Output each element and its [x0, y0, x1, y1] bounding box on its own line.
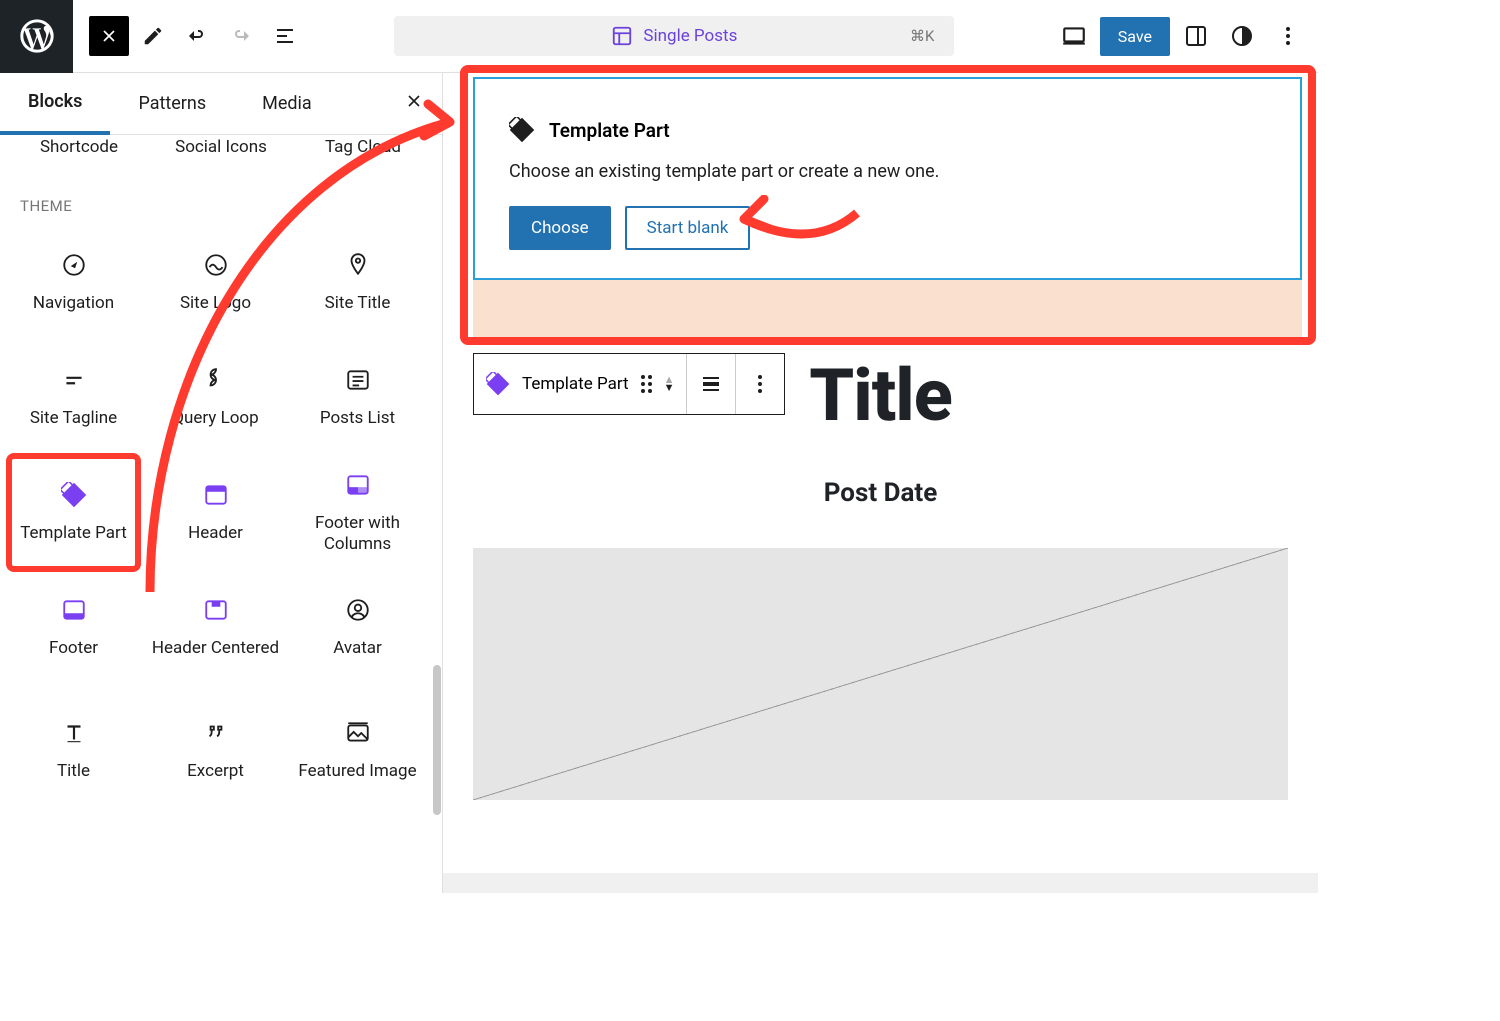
pencil-icon	[142, 25, 164, 47]
undo-icon	[185, 24, 209, 48]
block-item-label: Featured Image	[298, 761, 416, 781]
top-bar: Single Posts ⌘K Save	[0, 0, 1318, 73]
block-item-site-tagline[interactable]: Site Tagline	[8, 340, 139, 455]
placeholder-description: Choose an existing template part or crea…	[509, 161, 1266, 182]
layout-icon	[611, 25, 633, 47]
save-button[interactable]: Save	[1100, 17, 1170, 56]
edit-tool-button[interactable]	[133, 16, 173, 56]
wp-logo[interactable]	[0, 0, 73, 73]
block-item-label: Avatar	[333, 638, 382, 658]
document-title: Single Posts	[643, 26, 737, 46]
block-item-label: Header Centered	[152, 638, 279, 658]
block-item-avatar[interactable]: Avatar	[292, 570, 423, 685]
block-item-navigation[interactable]: Navigation	[8, 225, 139, 340]
partial-block-row: Shortcode Social Icons Tag Cloud	[8, 137, 434, 157]
editor-canvas: Template Part Choose an existing templat…	[443, 73, 1318, 893]
redo-icon	[229, 24, 253, 48]
move-arrows[interactable]: ▲▼	[664, 376, 675, 392]
block-item-site-logo[interactable]: Site Logo	[150, 225, 281, 340]
featured-icon	[344, 719, 372, 747]
templatepart-icon	[60, 481, 88, 509]
block-item-label: Template Part	[20, 523, 127, 543]
template-part-icon	[509, 117, 535, 143]
block-item-label: Site Title	[325, 293, 391, 313]
block-item-footer-with-columns[interactable]: Footer with Columns	[292, 455, 423, 570]
tab-media[interactable]: Media	[234, 73, 340, 135]
document-title-bar[interactable]: Single Posts ⌘K	[394, 16, 954, 56]
post-date[interactable]: Post Date	[443, 478, 1318, 508]
featured-image-placeholder[interactable]	[473, 548, 1288, 800]
more-options-button[interactable]	[1268, 16, 1308, 56]
block-item-query-loop[interactable]: Query Loop	[150, 340, 281, 455]
footer-icon	[60, 596, 88, 624]
block-item-label: Site Tagline	[30, 408, 117, 428]
loop-icon	[202, 366, 230, 394]
block-item-excerpt[interactable]: Excerpt	[150, 685, 281, 815]
align-icon[interactable]	[699, 372, 723, 396]
excerpt-icon	[202, 719, 230, 747]
kebab-icon	[1276, 24, 1300, 48]
command-shortcut: ⌘K	[910, 27, 934, 45]
block-item-header-centered[interactable]: Header Centered	[150, 570, 281, 685]
close-icon	[99, 26, 119, 46]
drag-handle-icon[interactable]	[641, 375, 652, 393]
block-item-label: Excerpt	[187, 761, 244, 781]
close-inserter-x[interactable]	[404, 91, 424, 111]
styles-button[interactable]	[1222, 16, 1262, 56]
toolbar-block-name: Template Part	[522, 374, 629, 394]
undo-button[interactable]	[177, 16, 217, 56]
mappin-icon	[344, 251, 372, 279]
block-item-label: Site Logo	[180, 293, 251, 313]
block-item-footer[interactable]: Footer	[8, 570, 139, 685]
tab-patterns[interactable]: Patterns	[110, 73, 234, 135]
headercentered-icon	[202, 596, 230, 624]
sidebar-icon	[1184, 24, 1208, 48]
block-item-template-part[interactable]: Template Part	[8, 455, 139, 570]
block-item-featured-image[interactable]: Featured Image	[292, 685, 423, 815]
section-heading-theme: THEME	[8, 157, 434, 225]
block-item-label: Footer	[49, 638, 98, 658]
sitelogo-icon	[202, 251, 230, 279]
tagline-icon	[60, 366, 88, 394]
view-button[interactable]	[1054, 16, 1094, 56]
bottom-ruler	[443, 873, 1318, 893]
close-icon	[404, 91, 424, 111]
block-item-header[interactable]: Header	[150, 455, 281, 570]
template-part-placeholder: Template Part Choose an existing templat…	[473, 77, 1302, 280]
block-item-label: Navigation	[33, 293, 114, 313]
placeholder-title: Template Part	[549, 119, 670, 142]
avatar-icon	[344, 596, 372, 624]
block-inserter-panel: Blocks Patterns Media Shortcode Social I…	[0, 73, 443, 893]
redo-button[interactable]	[221, 16, 261, 56]
postslist-icon	[344, 366, 372, 394]
start-blank-button[interactable]: Start blank	[625, 206, 751, 250]
choose-button[interactable]: Choose	[509, 206, 611, 250]
block-item-label: Posts List	[320, 408, 395, 428]
list-view-button[interactable]	[265, 16, 305, 56]
tab-blocks[interactable]: Blocks	[0, 73, 110, 135]
scrollbar[interactable]	[433, 665, 441, 815]
block-item-label: Query Loop	[172, 408, 258, 428]
desktop-icon	[1061, 23, 1087, 49]
block-toolbar: Template Part ▲▼	[473, 353, 785, 415]
block-item-label: Footer with Columns	[292, 513, 423, 554]
compass-icon	[60, 251, 88, 279]
block-item-posts-list[interactable]: Posts List	[292, 340, 423, 455]
block-item-label: Header	[188, 523, 243, 543]
footercols-icon	[344, 471, 372, 499]
template-part-icon[interactable]	[486, 372, 510, 396]
inserter-tabs: Blocks Patterns Media	[0, 73, 442, 135]
block-item-site-title[interactable]: Site Title	[292, 225, 423, 340]
block-item-label: Title	[57, 761, 90, 781]
settings-sidebar-button[interactable]	[1176, 16, 1216, 56]
kebab-icon[interactable]	[748, 372, 772, 396]
block-item-title[interactable]: Title	[8, 685, 139, 815]
title-icon	[60, 719, 88, 747]
contrast-icon	[1230, 24, 1254, 48]
close-inserter-button[interactable]	[89, 16, 129, 56]
wordpress-icon	[17, 16, 57, 56]
header-icon	[202, 481, 230, 509]
list-view-icon	[273, 24, 297, 48]
